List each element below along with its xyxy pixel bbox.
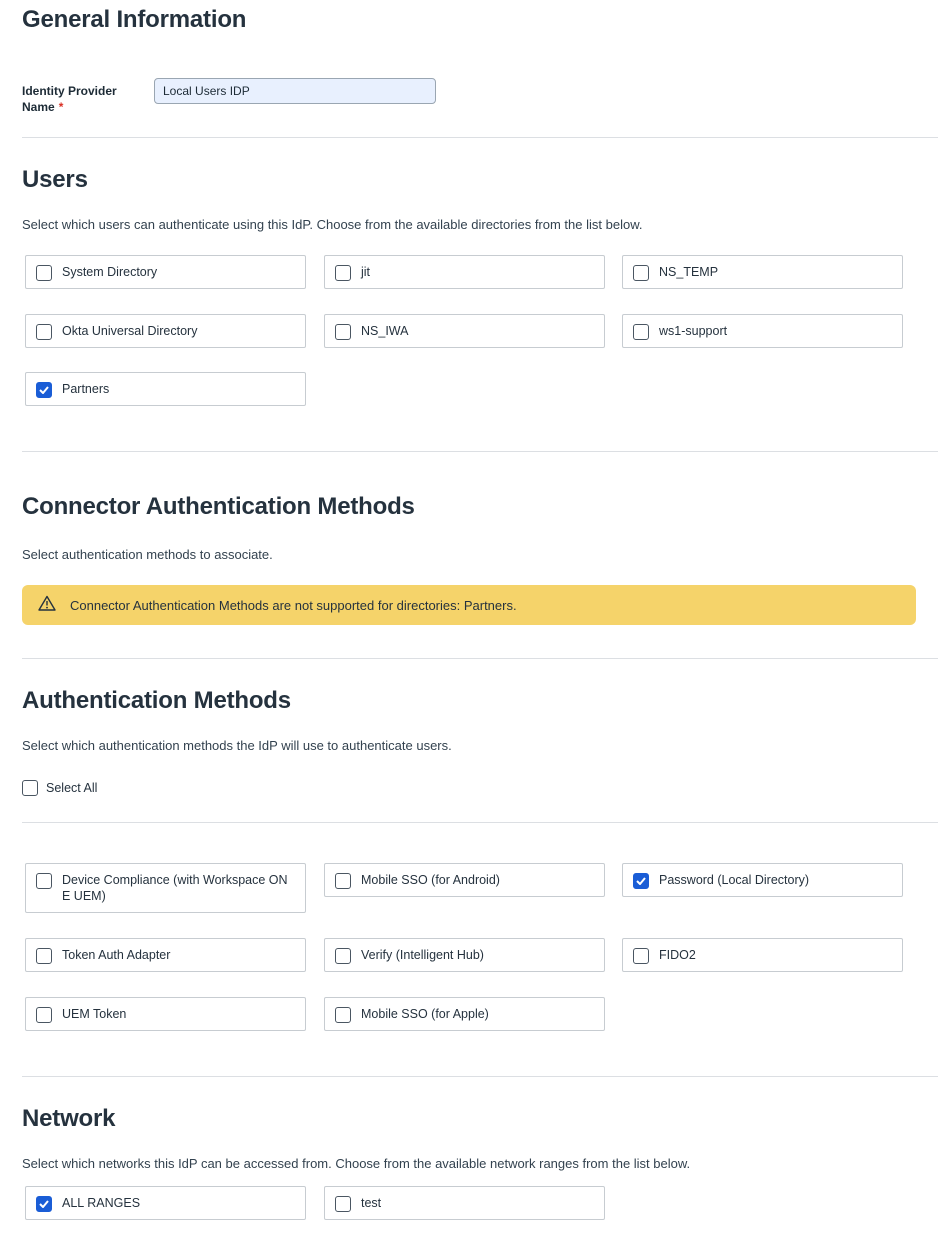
checkbox[interactable] [36, 1007, 52, 1023]
checkbox[interactable] [36, 873, 52, 889]
auth-method-fido2[interactable]: FIDO2 [622, 938, 903, 972]
auth-method-label: Token Auth Adapter [62, 948, 171, 962]
checkbox[interactable] [36, 324, 52, 340]
connector-auth-methods-heading: Connector Authentication Methods [22, 493, 415, 520]
checkbox[interactable] [335, 948, 351, 964]
network-description: Select which networks this IdP can be ac… [22, 1156, 691, 1171]
auth-methods-description: Select which authentication methods the … [22, 738, 452, 753]
directory-option-ws1-support[interactable]: ws1-support [622, 314, 903, 348]
idp-name-label-line1: Identity Provider [22, 84, 117, 98]
checkbox[interactable] [36, 948, 52, 964]
checkbox[interactable] [335, 324, 351, 340]
auth-methods-heading: Authentication Methods [22, 687, 291, 714]
auth-method-device-compliance[interactable]: Device Compliance (with Workspace ON E U… [25, 863, 306, 913]
network-label: ALL RANGES [62, 1196, 141, 1210]
idp-name-label-line2: Name [22, 100, 55, 114]
checkbox[interactable] [22, 780, 38, 796]
directory-option-ns-temp[interactable]: NS_TEMP [622, 255, 903, 289]
checkbox[interactable] [36, 265, 52, 281]
directory-label: ws1-support [659, 324, 728, 338]
checkbox[interactable] [36, 1196, 52, 1212]
directory-label: NS_IWA [361, 324, 409, 338]
users-description: Select which users can authenticate usin… [22, 217, 643, 232]
directory-option-system-directory[interactable]: System Directory [25, 255, 306, 289]
general-information-heading: General Information [22, 6, 247, 33]
network-label: test [361, 1196, 382, 1210]
checkbox[interactable] [633, 324, 649, 340]
network-option-all-ranges[interactable]: ALL RANGES [25, 1186, 306, 1220]
auth-method-mobile-sso-android[interactable]: Mobile SSO (for Android) [324, 863, 605, 897]
auth-method-label: UEM Token [62, 1007, 127, 1021]
auth-method-label: Mobile SSO (for Apple) [361, 1007, 489, 1021]
checkbox[interactable] [633, 873, 649, 889]
idp-name-input[interactable] [154, 78, 436, 104]
auth-method-label: Verify (Intelligent Hub) [361, 948, 484, 962]
connector-description: Select authentication methods to associa… [22, 547, 273, 562]
divider [22, 822, 938, 823]
users-heading: Users [22, 166, 88, 193]
divider [22, 658, 938, 659]
warning-text: Connector Authentication Methods are not… [70, 597, 517, 613]
checkbox[interactable] [36, 382, 52, 398]
directory-option-jit[interactable]: jit [324, 255, 605, 289]
directory-option-ns-iwa[interactable]: NS_IWA [324, 314, 605, 348]
directory-option-partners[interactable]: Partners [25, 372, 306, 406]
directory-option-okta-universal-directory[interactable]: Okta Universal Directory [25, 314, 306, 348]
select-all-checkbox[interactable]: Select All [22, 779, 97, 796]
directory-label: Partners [62, 382, 110, 396]
checkbox[interactable] [335, 873, 351, 889]
required-asterisk: * [58, 100, 64, 114]
directory-label: Okta Universal Directory [62, 324, 198, 338]
directory-label: NS_TEMP [659, 265, 719, 279]
divider [22, 1076, 938, 1077]
checkbox[interactable] [633, 948, 649, 964]
auth-method-label: Device Compliance (with Workspace ON E U… [62, 873, 288, 903]
checkbox[interactable] [633, 265, 649, 281]
checkbox[interactable] [335, 265, 351, 281]
auth-method-password-local-directory[interactable]: Password (Local Directory) [622, 863, 903, 897]
auth-method-label: FIDO2 [659, 948, 696, 962]
directory-label: System Directory [62, 265, 158, 279]
auth-method-verify-intelligent-hub[interactable]: Verify (Intelligent Hub) [324, 938, 605, 972]
auth-method-label: Mobile SSO (for Android) [361, 873, 500, 887]
auth-method-mobile-sso-apple[interactable]: Mobile SSO (for Apple) [324, 997, 605, 1031]
network-option-test[interactable]: test [324, 1186, 605, 1220]
auth-method-token-auth-adapter[interactable]: Token Auth Adapter [25, 938, 306, 972]
directory-label: jit [361, 265, 371, 279]
divider [22, 451, 938, 452]
idp-name-label: Identity Provider Name * [22, 83, 117, 115]
checkbox[interactable] [335, 1196, 351, 1212]
divider [22, 137, 938, 138]
auth-method-label: Password (Local Directory) [659, 873, 810, 887]
auth-method-uem-token[interactable]: UEM Token [25, 997, 306, 1031]
warning-banner: Connector Authentication Methods are not… [22, 585, 916, 625]
warning-icon [38, 595, 56, 616]
select-all-label: Select All [46, 780, 98, 795]
checkbox[interactable] [335, 1007, 351, 1023]
network-heading: Network [22, 1105, 116, 1132]
